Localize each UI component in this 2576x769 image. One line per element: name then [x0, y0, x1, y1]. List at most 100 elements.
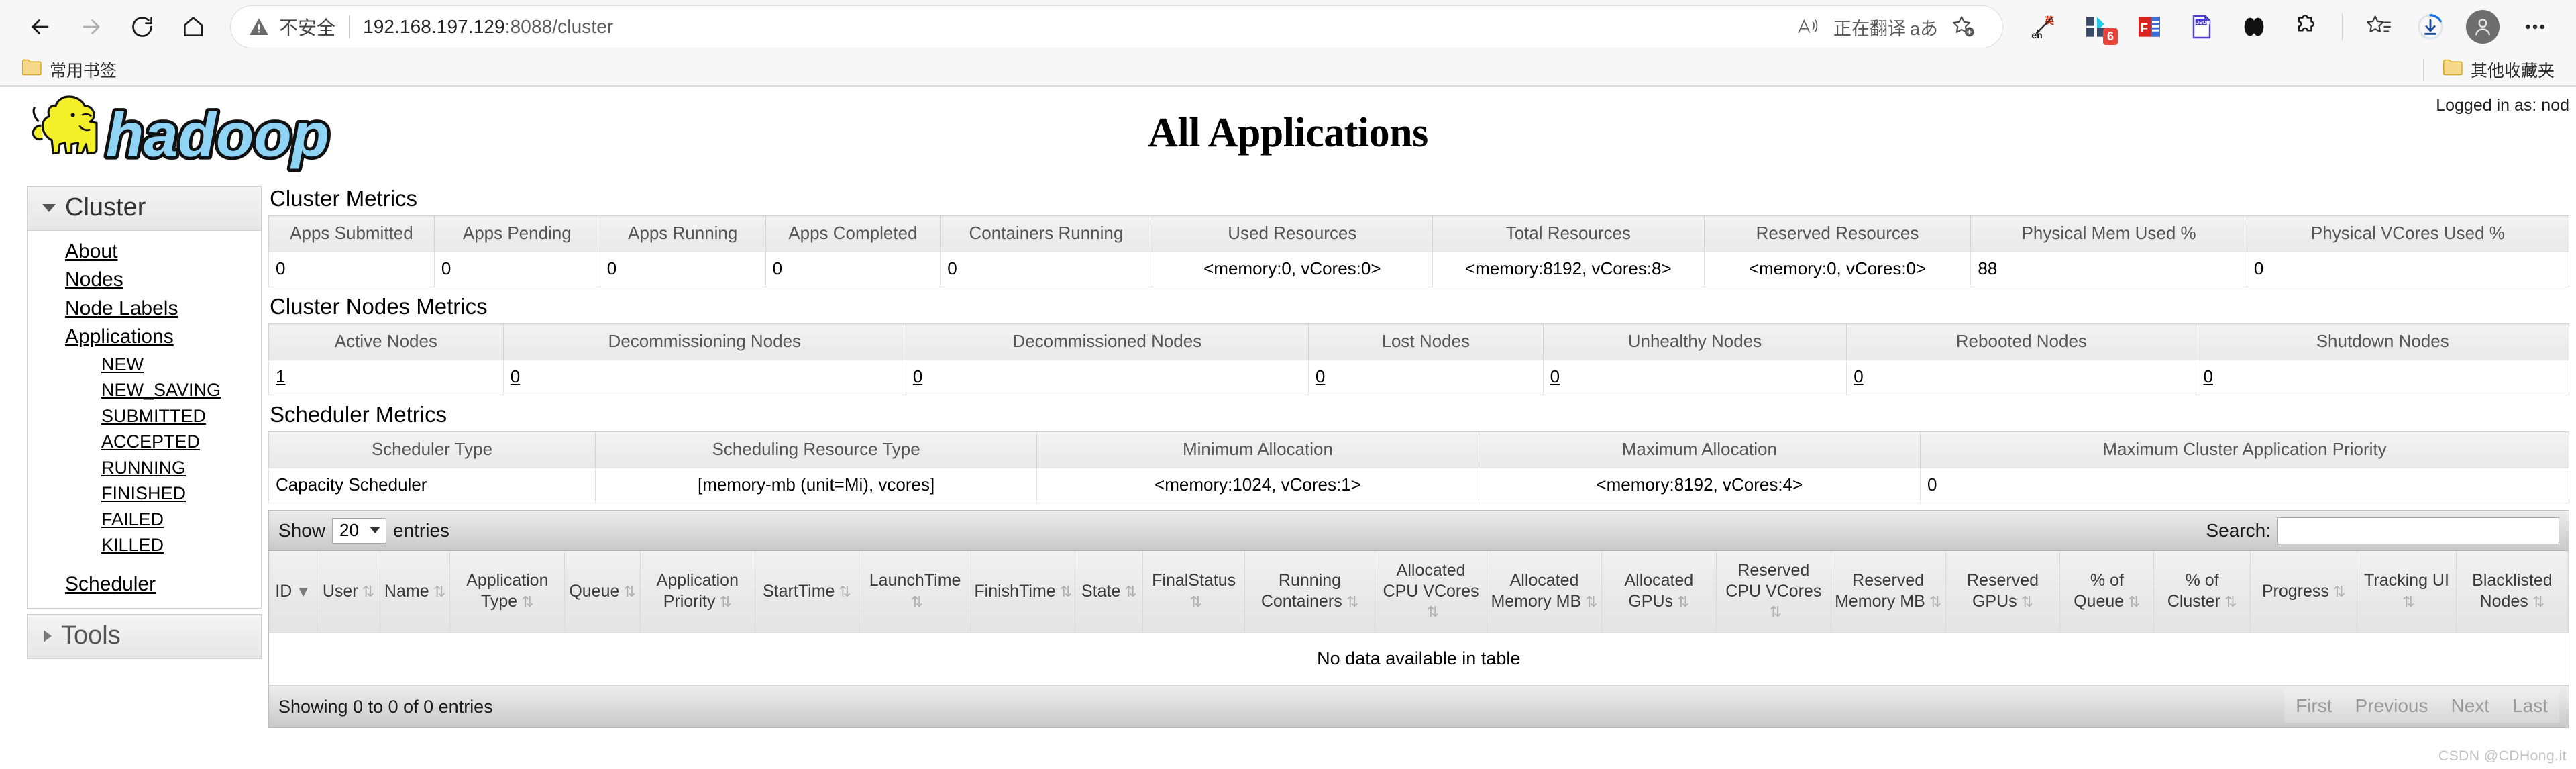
entries-label: entries — [392, 519, 450, 541]
val-scheduling-resource-type: [memory-mb (unit=Mi), vcores] — [594, 468, 1038, 503]
col-shutdown-nodes: Shutdown Nodes — [2196, 323, 2569, 360]
table-row: 1 0 0 0 0 0 0 — [268, 360, 2569, 395]
col-unhealthy-nodes: Unhealthy Nodes — [1542, 323, 1847, 360]
sidebar-cluster-header[interactable]: Cluster — [28, 187, 261, 231]
bookmark-folder-label: 常用书签 — [50, 61, 117, 81]
link-decommissioning-nodes[interactable]: 0 — [511, 366, 520, 387]
col-application-type[interactable]: Application Type ⇅ — [449, 551, 566, 633]
dark-reader-extension-icon[interactable] — [2228, 5, 2280, 49]
sidebar-item-about[interactable]: About — [28, 238, 261, 266]
pagination-last[interactable]: Last — [2501, 690, 2559, 723]
link-decommissioned-nodes[interactable]: 0 — [913, 366, 922, 387]
col-finalstatus[interactable]: FinalStatus⇅ — [1142, 551, 1245, 633]
sort-icon: ⇅ — [2402, 593, 2415, 610]
address-divider — [349, 15, 350, 38]
bookmark-folder-common[interactable]: 常用书签 — [15, 58, 123, 82]
page-size-select[interactable]: 20 — [332, 517, 386, 544]
page-content: hadoop hadoop All Applications Logged in… — [0, 87, 2576, 768]
col-launchtime[interactable]: LaunchTime⇅ — [859, 551, 972, 633]
sidebar-item-new-saving[interactable]: NEW_SAVING — [28, 377, 261, 403]
col-scheduling-resource-type: Scheduling Resource Type — [594, 431, 1038, 468]
translate-extension-icon[interactable]: 英 en — [2019, 5, 2071, 49]
col-name[interactable]: Name ⇅ — [380, 551, 451, 633]
reload-button[interactable] — [117, 5, 168, 49]
val-minimum-allocation: <memory:1024, vCores:1> — [1036, 468, 1479, 503]
sidebar-section-tools: Tools — [27, 614, 262, 660]
col-queue[interactable]: Queue ⇅ — [564, 551, 641, 633]
col-reserved-cpu-vcores[interactable]: Reserved CPU VCores⇅ — [1716, 551, 1831, 633]
sidebar-item-killed[interactable]: KILLED — [28, 532, 261, 558]
extension-badge-count: 6 — [2102, 28, 2118, 45]
collections-icon[interactable] — [2352, 5, 2404, 49]
col-progress[interactable]: Progress ⇅ — [2250, 551, 2358, 633]
col-apps-completed: Apps Completed — [765, 215, 941, 252]
toolbar-divider — [2342, 13, 2343, 40]
col-maximum-allocation: Maximum Allocation — [1478, 431, 1921, 468]
link-lost-nodes[interactable]: 0 — [1316, 366, 1325, 387]
col-reserved-gpus[interactable]: Reserved GPUs ⇅ — [1945, 551, 2061, 633]
sidebar-item-applications[interactable]: Applications — [28, 323, 261, 351]
sidebar-item-submitted[interactable]: SUBMITTED — [28, 403, 261, 429]
read-aloud-icon[interactable] — [1786, 8, 1829, 46]
table-header-row: Apps Submitted Apps Pending Apps Running… — [268, 215, 2570, 252]
col-max-cluster-app-priority: Maximum Cluster Application Priority — [1919, 431, 2570, 468]
col-tracking-ui[interactable]: Tracking UI⇅ — [2357, 551, 2457, 633]
val-shutdown-nodes: 0 — [2196, 360, 2569, 395]
downloads-icon[interactable] — [2404, 5, 2457, 49]
col-allocated-gpus[interactable]: Allocated GPUs ⇅ — [1601, 551, 1717, 633]
col-starttime[interactable]: StartTime ⇅ — [755, 551, 860, 633]
logged-in-status: Logged in as: nod — [2436, 96, 2569, 115]
search-input[interactable] — [2277, 517, 2559, 544]
val-reserved-resources: <memory:0, vCores:0> — [1703, 252, 1972, 287]
val-apps-submitted: 0 — [268, 252, 435, 287]
profile-avatar-icon[interactable] — [2457, 5, 2509, 49]
col-reserved-memory-mb[interactable]: Reserved Memory MB ⇅ — [1831, 551, 1946, 633]
puzzle-extension-icon[interactable] — [2280, 5, 2332, 49]
sidebar-item-running[interactable]: RUNNING — [28, 455, 261, 481]
sidebar-tools-header[interactable]: Tools — [28, 615, 261, 659]
col-finishtime[interactable]: FinishTime ⇅ — [971, 551, 1076, 633]
translate-aa-label: aあ — [1909, 18, 1938, 39]
link-shutdown-nodes[interactable]: 0 — [2203, 366, 2212, 387]
forward-button[interactable] — [66, 5, 117, 49]
link-rebooted-nodes[interactable]: 0 — [1854, 366, 1863, 387]
sidebar-item-scheduler[interactable]: Scheduler — [28, 570, 261, 599]
col-id[interactable]: ID ▼ — [269, 551, 318, 633]
address-bar[interactable]: 不安全 192.168.197.129:8088/cluster 正在翻译 aあ — [231, 6, 2002, 48]
col-running-containers[interactable]: Running Containers ⇅ — [1244, 551, 1376, 633]
pagination-previous[interactable]: Previous — [2343, 690, 2440, 723]
pdf-extension-icon[interactable]: F — [2123, 5, 2176, 49]
back-button[interactable] — [15, 5, 66, 49]
pagination-next[interactable]: Next — [2439, 690, 2502, 723]
json-viewer-extension-icon[interactable]: JSON — [2176, 5, 2228, 49]
col-allocated-cpu-vcores[interactable]: Allocated CPU VCores⇅ — [1375, 551, 1488, 633]
sidebar-item-finished[interactable]: FINISHED — [28, 480, 261, 507]
home-button[interactable] — [168, 5, 219, 49]
col-state[interactable]: State ⇅ — [1075, 551, 1144, 633]
table-row: 0 0 0 0 0 <memory:0, vCores:0> <memory:8… — [268, 252, 2570, 287]
bookmarks-bar-right: 其他收藏夹 — [2416, 58, 2561, 82]
col-percent-of-queue[interactable]: % of Queue ⇅ — [2059, 551, 2155, 633]
bookmark-folder-other[interactable]: 其他收藏夹 — [2436, 58, 2561, 82]
pocket-extension-icon[interactable]: 6 — [2071, 5, 2123, 49]
sidebar-item-failed[interactable]: FAILED — [28, 507, 261, 533]
link-active-nodes[interactable]: 1 — [276, 366, 285, 387]
table-header-row: Active Nodes Decommissioning Nodes Decom… — [268, 323, 2569, 360]
add-favorite-icon[interactable] — [1942, 8, 1985, 46]
sidebar-item-new[interactable]: NEW — [28, 352, 261, 378]
sidebar-item-nodes[interactable]: Nodes — [28, 266, 261, 294]
col-user[interactable]: User ⇅ — [317, 551, 380, 633]
col-blacklisted-nodes[interactable]: Blacklisted Nodes ⇅ — [2456, 551, 2569, 633]
col-application-priority[interactable]: Application Priority ⇅ — [640, 551, 755, 633]
pagination-first[interactable]: First — [2284, 690, 2344, 723]
scheduler-metrics-title: Scheduler Metrics — [270, 402, 447, 427]
col-allocated-memory-mb[interactable]: Allocated Memory MB ⇅ — [1487, 551, 1602, 633]
col-percent-of-cluster[interactable]: % of Cluster ⇅ — [2153, 551, 2251, 633]
sidebar-item-node-labels[interactable]: Node Labels — [28, 295, 261, 323]
sort-icon: ▼ — [296, 582, 311, 600]
sidebar-item-accepted[interactable]: ACCEPTED — [28, 429, 261, 455]
more-options-icon[interactable] — [2509, 5, 2561, 49]
warning-triangle-icon — [248, 16, 270, 38]
val-decommissioned-nodes: 0 — [905, 360, 1309, 395]
link-unhealthy-nodes[interactable]: 0 — [1550, 366, 1560, 387]
